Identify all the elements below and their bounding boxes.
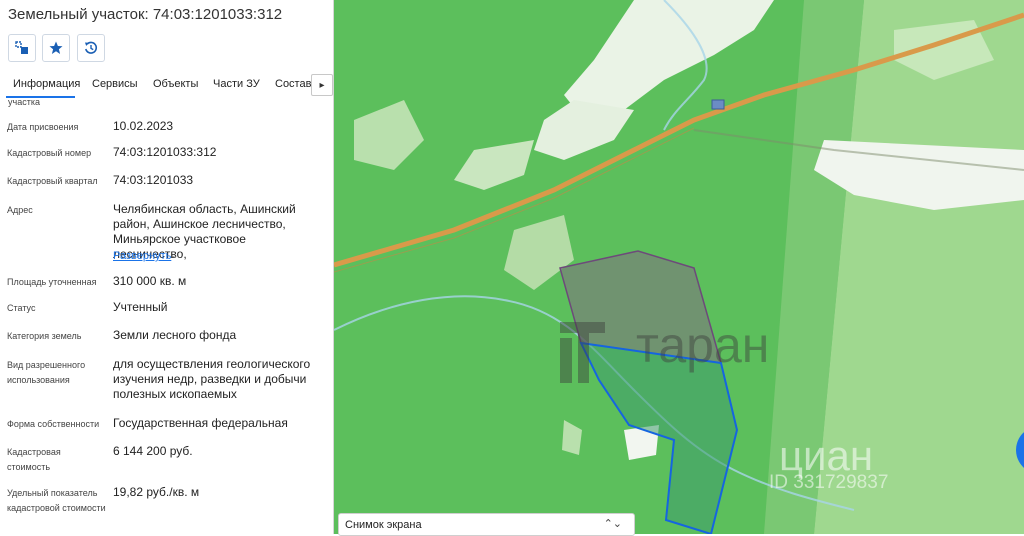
favorite-button[interactable] xyxy=(42,34,70,62)
zoom-to-feature-icon xyxy=(15,41,28,54)
label-specific-value: Удельный показатель кадастровой стоимост… xyxy=(7,488,106,513)
star-icon xyxy=(49,41,63,54)
label-cadastral-quarter: Кадастровый квартал xyxy=(7,176,98,186)
tab-services[interactable]: Сервисы xyxy=(92,78,138,90)
cian-id-watermark: ID 331729837 xyxy=(769,472,888,493)
value-cadastral-number: 74:03:1201033:312 xyxy=(113,145,217,159)
label-status: Статус xyxy=(7,303,36,313)
value-area: 310 000 кв. м xyxy=(113,274,187,288)
cut-off-label: участка xyxy=(8,97,40,107)
clearing xyxy=(454,140,534,190)
taran-watermark: таран xyxy=(636,317,769,373)
screenshot-select-value: Снимок экрана xyxy=(345,519,422,531)
label-permitted-use: Вид разрешенного использования xyxy=(7,360,86,385)
chevron-down-icon[interactable]: ⌄ xyxy=(170,250,178,261)
value-status: Учтенный xyxy=(113,300,168,314)
zoom-to-feature-button[interactable] xyxy=(8,34,36,62)
tab-info[interactable]: Информация xyxy=(13,78,80,90)
tab-bar: Информация Сервисы Объекты Части ЗУ Сост… xyxy=(0,70,333,98)
value-cadastral-quarter: 74:03:1201033 xyxy=(113,173,194,187)
label-address: Адрес xyxy=(7,205,33,215)
label-cadastral-number: Кадастровый номер xyxy=(7,148,92,158)
label-ownership: Форма собственности xyxy=(7,419,100,429)
building xyxy=(711,99,725,110)
expand-link[interactable]: Развернуть xyxy=(113,250,171,262)
select-arrows-icon: ⌃⌄ xyxy=(603,518,622,530)
label-land-category: Категория земель xyxy=(7,331,82,341)
map-view[interactable]: таран циан ID 331729837 xyxy=(334,0,1024,534)
value-specific-value: 19,82 руб./кв. м xyxy=(113,485,200,499)
clearing xyxy=(354,100,424,170)
tab-objects[interactable]: Объекты xyxy=(153,78,198,90)
history-icon xyxy=(85,41,98,54)
page-title: Земельный участок: 74:03:1201033:312 xyxy=(8,6,283,23)
label-area: Площадь уточненная xyxy=(7,277,97,287)
tab-composition[interactable]: Состав xyxy=(275,78,311,90)
clearing xyxy=(534,100,634,160)
tabs-next-button[interactable]: ▸ xyxy=(311,74,333,96)
label-cadastral-value: Кадастровая стоимость xyxy=(7,447,61,472)
tab-parts[interactable]: Части ЗУ xyxy=(213,78,260,90)
value-permitted-use: для осуществления геологического изучени… xyxy=(113,357,311,401)
clearing xyxy=(562,420,582,455)
history-button[interactable] xyxy=(77,34,105,62)
value-assignment-date: 10.02.2023 xyxy=(113,119,174,133)
value-land-category: Земли лесного фонда xyxy=(113,328,237,342)
info-panel: Земельный участок: 74:03:1201033:312 Инф… xyxy=(0,0,334,534)
label-assignment-date: Дата присвоения xyxy=(7,122,79,132)
value-cadastral-value: 6 144 200 руб. xyxy=(113,444,193,458)
map-canvas[interactable]: таран циан ID 331729837 xyxy=(334,0,1024,534)
value-ownership: Государственная федеральная xyxy=(113,416,288,430)
screenshot-select[interactable]: Снимок экрана ⌃⌄ xyxy=(338,513,635,536)
